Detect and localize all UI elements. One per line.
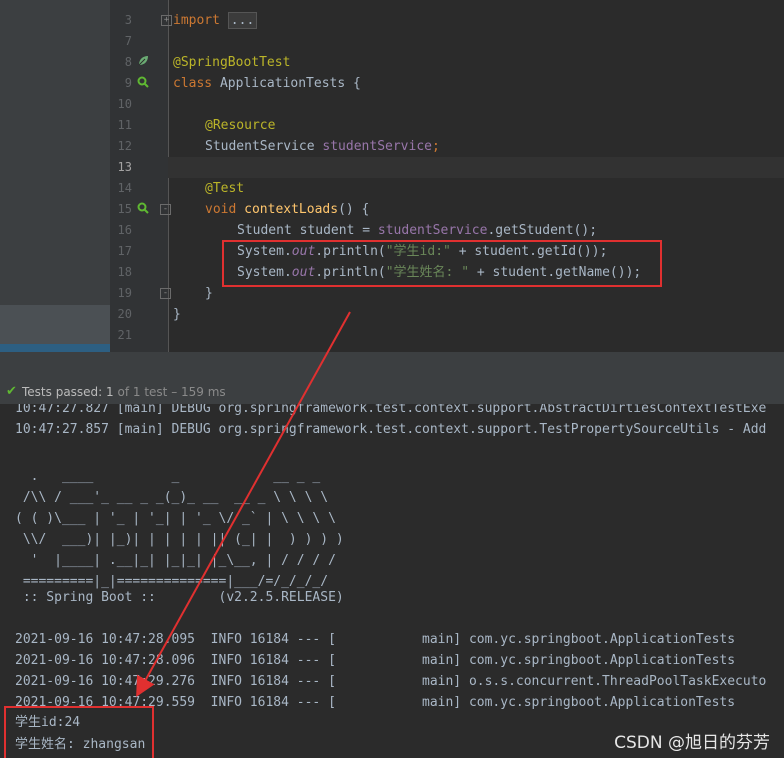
folded-imports[interactable]: ... xyxy=(227,12,258,29)
keyword: import xyxy=(173,13,220,28)
closing-brace: } xyxy=(173,307,181,322)
spring-boot-version: :: Spring Boot :: (v2.2.5.RELEASE) xyxy=(15,590,344,605)
log-line: 10:47:27.827 [main] DEBUG org.springfram… xyxy=(15,404,767,416)
annotation: @SpringBootTest xyxy=(173,55,291,70)
code-line[interactable]: 21 xyxy=(0,325,784,346)
line-number: 12 xyxy=(117,139,132,153)
line-number: 7 xyxy=(124,34,132,48)
line-number: 13 xyxy=(117,160,132,174)
code-line[interactable]: 14 @Test xyxy=(0,178,784,199)
code-line[interactable]: 16 Student student = studentService.getS… xyxy=(0,220,784,241)
banner-line: ( ( )\___ | '_ | '_| | '_ \/ _` | \ \ \ … xyxy=(15,511,336,526)
line-number: 18 xyxy=(117,265,132,279)
banner-line: . ____ _ __ _ _ xyxy=(15,469,321,484)
code-line[interactable]: 12 StudentService studentService; xyxy=(0,136,784,157)
type-name: StudentService xyxy=(205,139,323,154)
field-name: studentService xyxy=(322,139,432,154)
run-test-icon[interactable] xyxy=(136,202,150,216)
class-declaration: ApplicationTests { xyxy=(212,76,361,91)
code-line[interactable]: 13 xyxy=(0,157,784,178)
highlight-box-output xyxy=(4,706,154,758)
line-number: 3 xyxy=(124,13,132,27)
tests-passed-count: 1 xyxy=(106,385,114,399)
fold-icon[interactable]: + xyxy=(161,15,172,26)
log-line: 2021-09-16 10:47:29.276 INFO 16184 --- [… xyxy=(15,674,767,689)
code-line[interactable]: 8 @SpringBootTest xyxy=(0,52,784,73)
line-number: 10 xyxy=(117,97,132,111)
method-params: () { xyxy=(338,202,370,217)
code-line[interactable]: 7 xyxy=(0,31,784,52)
code-line[interactable]: 9 class ApplicationTests { xyxy=(0,73,784,94)
code-line[interactable]: 10 xyxy=(0,94,784,115)
watermark: CSDN @旭日的芬芳 xyxy=(614,733,770,753)
line-number: 19 xyxy=(117,286,132,300)
tests-passed-detail: of 1 test – 159 ms xyxy=(117,385,226,399)
semicolon: ; xyxy=(431,139,440,154)
keyword: class xyxy=(173,76,213,91)
fold-icon[interactable]: - xyxy=(160,288,171,299)
log-line: 2021-09-16 10:47:28.095 INFO 16184 --- [… xyxy=(15,632,736,647)
tests-passed-label: Tests passed: xyxy=(22,385,103,399)
run-console[interactable]: 10:47:27.827 [main] DEBUG org.springfram… xyxy=(0,404,784,758)
line-number: 14 xyxy=(117,181,132,195)
log-line: 10:47:27.857 [main] DEBUG org.springfram… xyxy=(15,422,767,437)
spring-bean-icon[interactable] xyxy=(136,55,150,69)
code-line[interactable]: 3 + import ... xyxy=(0,10,784,31)
code-line[interactable]: 20 } xyxy=(0,304,784,325)
line-number: 9 xyxy=(124,76,132,90)
code-text: Student student = xyxy=(237,223,378,238)
log-line: 2021-09-16 10:47:28.096 INFO 16184 --- [… xyxy=(15,653,736,668)
code-line[interactable]: 15 - void contextLoads() { xyxy=(0,199,784,220)
fold-icon[interactable]: - xyxy=(160,204,171,215)
tool-window-header xyxy=(0,352,784,381)
code-text: .getStudent(); xyxy=(487,223,598,238)
code-editor[interactable]: 3 + import ... 7 8 @SpringBootTest 9 cla… xyxy=(0,0,784,352)
line-number: 20 xyxy=(117,307,132,321)
run-test-icon[interactable] xyxy=(136,76,150,90)
banner-line: /\\ / ___'_ __ _ _(_)_ __ __ _ \ \ \ \ xyxy=(15,490,329,505)
keyword: void xyxy=(205,202,237,217)
annotation: @Resource xyxy=(205,118,276,133)
test-status-bar: ✔ Tests passed: 1 of 1 test – 159 ms xyxy=(0,380,784,405)
banner-line: ' |____| .__|_| |_|_| |_\__, | / / / / xyxy=(15,553,336,568)
line-number: 11 xyxy=(117,118,132,132)
line-number: 17 xyxy=(117,244,132,258)
line-number: 8 xyxy=(124,55,132,69)
check-icon: ✔ xyxy=(6,384,17,399)
method-name: contextLoads xyxy=(244,202,339,217)
code-line[interactable]: 11 @Resource xyxy=(0,115,784,136)
highlight-box-code xyxy=(222,240,662,287)
line-number: 16 xyxy=(117,223,132,237)
line-number: 15 xyxy=(117,202,132,216)
closing-brace: } xyxy=(205,286,213,301)
line-number: 21 xyxy=(117,328,132,342)
field-name: studentService xyxy=(377,223,488,238)
banner-line: \\/ ___)| |_)| | | | | || (_| | ) ) ) ) xyxy=(15,532,344,547)
annotation: @Test xyxy=(205,181,245,196)
